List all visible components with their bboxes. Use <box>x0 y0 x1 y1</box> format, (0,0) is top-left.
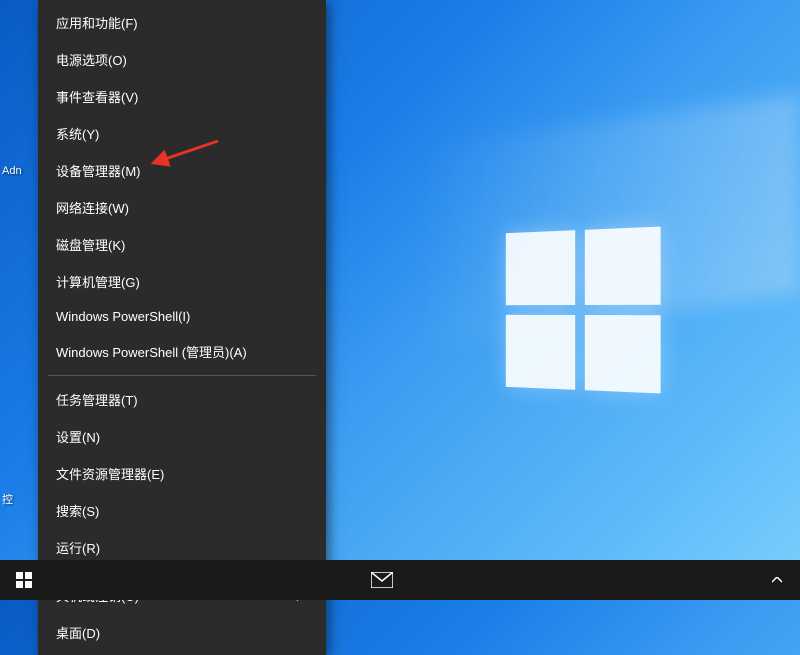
desktop-icon-label-control[interactable]: 控 <box>2 491 13 507</box>
menu-label: 网络连接(W) <box>56 198 129 217</box>
mail-icon <box>371 572 393 588</box>
taskbar <box>0 560 800 600</box>
tray-overflow[interactable] <box>760 560 794 600</box>
menu-label: 电源选项(O) <box>56 50 127 69</box>
desktop[interactable]: Adn 控 应用和功能(F) 电源选项(O) 事件查看器(V) 系统(Y) 设备… <box>0 0 800 600</box>
menu-task-manager[interactable]: 任务管理器(T) <box>38 381 326 418</box>
logo-pane <box>585 227 661 305</box>
menu-label: 文件资源管理器(E) <box>56 464 164 483</box>
menu-network-connections[interactable]: 网络连接(W) <box>38 189 326 226</box>
windows-logo <box>506 227 661 394</box>
menu-power-options[interactable]: 电源选项(O) <box>38 41 326 78</box>
menu-apps-features[interactable]: 应用和功能(F) <box>38 4 326 41</box>
menu-label: 桌面(D) <box>56 623 100 642</box>
desktop-icon-label-admin[interactable]: Adn <box>2 165 22 177</box>
menu-label: 搜索(S) <box>56 501 99 520</box>
menu-event-viewer[interactable]: 事件查看器(V) <box>38 78 326 115</box>
menu-settings[interactable]: 设置(N) <box>38 418 326 455</box>
menu-label: 系统(Y) <box>56 124 99 143</box>
menu-label: 任务管理器(T) <box>56 390 138 409</box>
system-tray <box>760 560 800 600</box>
menu-label: 磁盘管理(K) <box>56 235 125 254</box>
menu-label: 运行(R) <box>56 538 100 557</box>
logo-pane <box>506 230 575 305</box>
chevron-up-icon <box>772 577 782 583</box>
logo-pane <box>506 315 575 390</box>
menu-label: 设备管理器(M) <box>56 161 141 180</box>
menu-file-explorer[interactable]: 文件资源管理器(E) <box>38 455 326 492</box>
menu-disk-management[interactable]: 磁盘管理(K) <box>38 226 326 263</box>
menu-separator <box>48 375 316 376</box>
menu-powershell-admin[interactable]: Windows PowerShell (管理员)(A) <box>38 333 326 370</box>
menu-label: 应用和功能(F) <box>56 13 138 32</box>
menu-system[interactable]: 系统(Y) <box>38 115 326 152</box>
menu-label: Windows PowerShell (管理员)(A) <box>56 342 247 361</box>
logo-pane <box>585 315 661 393</box>
taskbar-mail[interactable] <box>358 560 406 600</box>
menu-label: 计算机管理(G) <box>56 272 140 291</box>
menu-label: Windows PowerShell(I) <box>56 309 190 324</box>
menu-device-manager[interactable]: 设备管理器(M) <box>38 152 326 189</box>
menu-computer-management[interactable]: 计算机管理(G) <box>38 263 326 300</box>
windows-start-icon <box>16 572 32 588</box>
menu-label: 设置(N) <box>56 427 100 446</box>
start-button[interactable] <box>0 560 48 600</box>
menu-powershell[interactable]: Windows PowerShell(I) <box>38 300 326 333</box>
menu-desktop[interactable]: 桌面(D) <box>38 614 326 651</box>
winx-context-menu: 应用和功能(F) 电源选项(O) 事件查看器(V) 系统(Y) 设备管理器(M)… <box>38 0 326 655</box>
menu-label: 事件查看器(V) <box>56 87 138 106</box>
menu-search[interactable]: 搜索(S) <box>38 492 326 529</box>
